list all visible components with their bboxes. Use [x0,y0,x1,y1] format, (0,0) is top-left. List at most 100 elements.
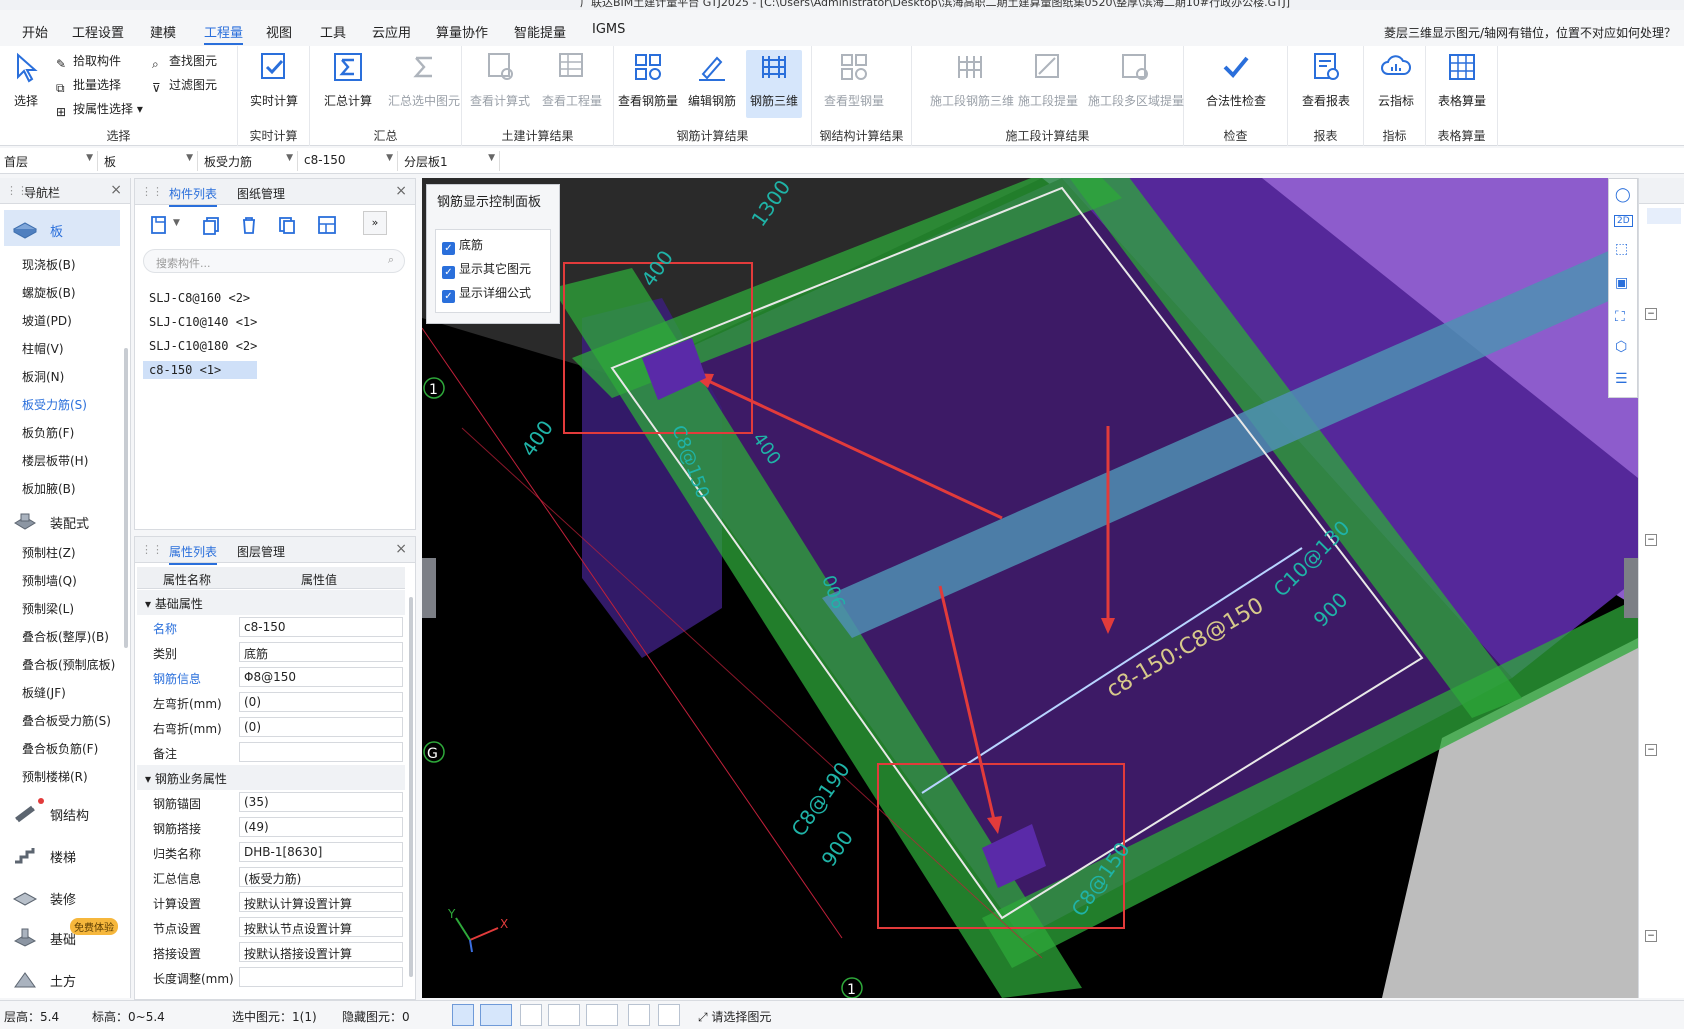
nav-item-prefab-stair[interactable]: 预制楼梯(R) [22,768,88,785]
tab-cloud[interactable]: 云应用 [372,20,411,43]
view-report-button[interactable]: 查看报表 [1294,50,1358,118]
display-settings-icon[interactable]: ☰ [1615,371,1628,387]
tab-start[interactable]: 开始 [22,20,48,43]
prop-value[interactable] [239,742,403,762]
close-icon[interactable]: × [395,183,407,199]
stage-rebar-3d-button[interactable]: 施工段钢筋三维 [930,50,1014,118]
prop-value[interactable]: (0) [239,692,403,712]
list-item[interactable]: SLJ-C10@180 <2> [143,337,263,355]
arc-toggle[interactable] [658,1004,680,1026]
list-item-selected[interactable]: c8-150 <1> [143,361,257,379]
nav-item-prefab-beam[interactable]: 预制梁(L) [22,600,74,617]
tab-view[interactable]: 视图 [266,20,292,43]
section-rebar-business[interactable]: ▾ 钢筋业务属性 [137,765,405,790]
3d-viewport[interactable]: c8-150:C8@150 C10@130 900 C8@190 900 400… [422,178,1638,998]
cross-select-toggle[interactable] [520,1004,542,1026]
search-input[interactable]: 搜索构件... ⌕ [143,249,405,273]
tab-collab[interactable]: 算量协作 [436,20,488,43]
view-formula-button[interactable]: 查看计算式 [468,50,532,118]
nav-item-negative-rebar[interactable]: 板负筋(F) [22,424,74,441]
prop-value[interactable]: 按默认节点设置计算 [239,917,403,937]
summary-selected-button[interactable]: 汇总选中图元 [388,50,460,118]
nav-item-slab-rebar[interactable]: 板受力筋(S) [22,396,87,413]
chevron-down-icon[interactable]: ▼ [173,218,180,228]
prop-value[interactable]: 底筋 [239,642,403,662]
prop-value[interactable]: (板受力筋) [239,867,403,887]
batch-select-button[interactable]: ⧉ 批量选择 [56,76,121,95]
prop-value[interactable]: 按默认搭接设置计算 [239,942,403,962]
select-button[interactable]: 选择 [0,50,52,118]
nav-item-composite-rebar[interactable]: 叠合板受力筋(S) [22,712,111,729]
nav-item-composite-neg-rebar[interactable]: 叠合板负筋(F) [22,740,98,757]
iso-icon[interactable]: ⬡ [1615,339,1627,355]
prop-value[interactable]: c8-150 [239,617,403,637]
nav-cat-stair[interactable]: 楼梯 [4,836,120,872]
fit-view-icon[interactable]: ⛶ [1615,309,1625,325]
nav-cat-prefab[interactable]: 装配式 [4,502,120,538]
2d-icon[interactable]: 2D [1614,215,1633,227]
collapse-icon[interactable]: − [1645,534,1657,546]
angle-toggle[interactable] [548,1004,580,1026]
prop-value[interactable]: (35) [239,792,403,812]
layer-select[interactable]: 分层板1 ▼ [400,151,500,171]
help-hint-link[interactable]: 菱层三维显示图元/轴网有错位，位置不对应如何处理？ [1384,24,1676,41]
find-element-button[interactable]: ⌕ 查找图元 [152,52,217,71]
legality-check-button[interactable]: 合法性检查 [1204,50,1268,118]
grip-icon[interactable]: ⋮⋮ [6,184,28,198]
tab-igms[interactable]: IGMS [592,20,625,39]
stage-qty-button[interactable]: 施工段提量 [1016,50,1080,118]
nav-item-slab-joint[interactable]: 板缝(JF) [22,684,66,701]
pick-component-button[interactable]: ✎ 拾取构件 [56,52,121,71]
layer-copy-icon[interactable] [315,213,339,237]
floor-select[interactable]: 首层 ▼ [0,151,98,171]
viewport-canvas[interactable]: c8-150:C8@150 C10@130 900 C8@190 900 400… [422,178,1638,998]
display-toggle[interactable] [628,1004,650,1026]
prop-value[interactable]: (49) [239,817,403,837]
section-basic[interactable]: ▾ 基础属性 [137,590,405,615]
nav-item-prefab-column[interactable]: 预制柱(Z) [22,544,76,561]
nav-item-slab-hole[interactable]: 板洞(N) [22,368,64,385]
grip-icon[interactable]: ⋮⋮ [141,543,163,557]
nav-cat-decoration[interactable]: 装修 [4,878,120,914]
list-item[interactable]: SLJ-C10@140 <1> [143,313,263,331]
nav-item-column-cap[interactable]: 柱帽(V) [22,340,64,357]
close-icon[interactable]: × [110,182,122,198]
delete-icon[interactable] [237,213,261,237]
tab-smart[interactable]: 智能提量 [514,20,566,43]
tab-modeling[interactable]: 建模 [150,20,176,43]
tab-property-list[interactable]: 属性列表 [169,543,218,565]
nav-item-composite-slab-prefab[interactable]: 叠合板(预制底板) [22,656,115,673]
table-calc-button[interactable]: 表格算量 [1430,50,1494,118]
prop-value[interactable]: 按默认计算设置计算 [239,892,403,912]
cloud-index-button[interactable]: 云指标 [1364,50,1428,118]
prop-value[interactable]: Φ8@150 [239,667,403,687]
nav-cat-slab[interactable]: 板 [4,210,120,246]
right-panel-tab[interactable] [1647,208,1681,224]
type-select[interactable]: 板受力筋 ▼ [200,151,298,171]
summary-calc-button[interactable]: 汇总计算 [316,50,380,118]
collapse-right-tab[interactable] [1624,558,1638,618]
nav-cat-earthwork[interactable]: 土方 [4,960,120,996]
nav-cat-foundation[interactable]: 基础 免费体验 [4,918,120,954]
select-mode-toggle[interactable] [480,1004,512,1026]
view-rebar-qty-button[interactable]: 查看钢筋量 [616,50,680,118]
nav-item-ramp[interactable]: 坡道(PD) [22,312,72,329]
checkbox-bottom-rebar[interactable]: ✓ 底筋 [442,236,483,255]
tab-component-list[interactable]: 构件列表 [169,185,218,207]
prop-value[interactable] [239,967,403,987]
tab-tools[interactable]: 工具 [320,20,346,43]
new-component-icon[interactable] [147,213,171,237]
realtime-calc-button[interactable]: 实时计算 [242,50,306,118]
filter-element-button[interactable]: ⊽ 过滤图元 [152,76,217,95]
collapse-icon[interactable]: − [1645,744,1657,756]
nav-item-slab-haunch[interactable]: 板加腋(B) [22,480,76,497]
edit-rebar-button[interactable]: 编辑钢筋 [680,50,744,118]
free-trial-badge[interactable]: 免费体验 [70,918,118,935]
component-select[interactable]: c8-150 ▼ [300,151,398,171]
list-item[interactable]: SLJ-C8@160 <2> [143,289,256,307]
grip-icon[interactable]: ⋮⋮ [141,185,163,199]
tab-project-settings[interactable]: 工程设置 [72,20,124,43]
tab-quantity[interactable]: 工程量 [204,20,244,45]
nav-item-spiral-slab[interactable]: 螺旋板(B) [22,284,76,301]
checkbox-show-formula[interactable]: ✓ 显示详细公式 [442,284,531,303]
